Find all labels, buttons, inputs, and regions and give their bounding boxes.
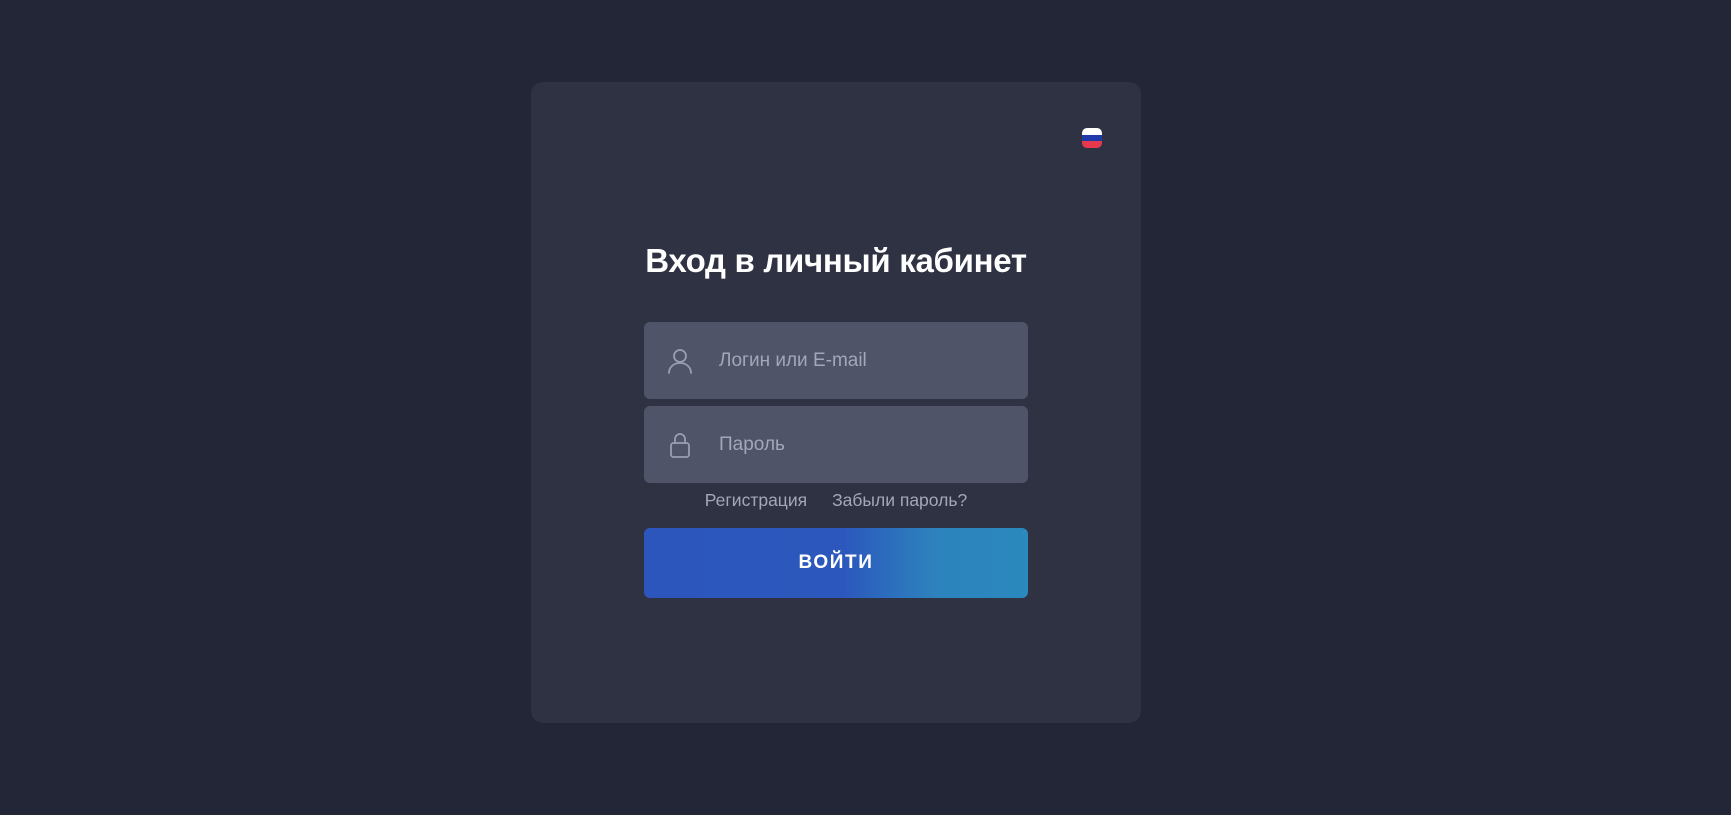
auth-links: Регистрация Забыли пароль? — [531, 490, 1141, 511]
flag-stripe-blue — [1082, 134, 1102, 142]
forgot-password-link[interactable]: Забыли пароль? — [832, 490, 967, 511]
flag-stripe-red — [1082, 141, 1102, 148]
login-field[interactable] — [644, 322, 1028, 399]
login-card: Вход в личный кабинет Регистрация Забыли… — [531, 82, 1141, 723]
register-link[interactable]: Регистрация — [705, 490, 807, 511]
user-icon — [666, 347, 694, 375]
page-title: Вход в личный кабинет — [645, 242, 1027, 279]
password-input[interactable] — [719, 433, 1009, 456]
flag-stripe-white — [1082, 128, 1102, 135]
russia-flag-icon[interactable] — [1082, 128, 1102, 148]
lock-icon — [666, 431, 694, 459]
login-button[interactable]: ВОЙТИ — [644, 528, 1028, 598]
password-field[interactable] — [644, 406, 1028, 483]
login-input[interactable] — [719, 349, 1009, 372]
